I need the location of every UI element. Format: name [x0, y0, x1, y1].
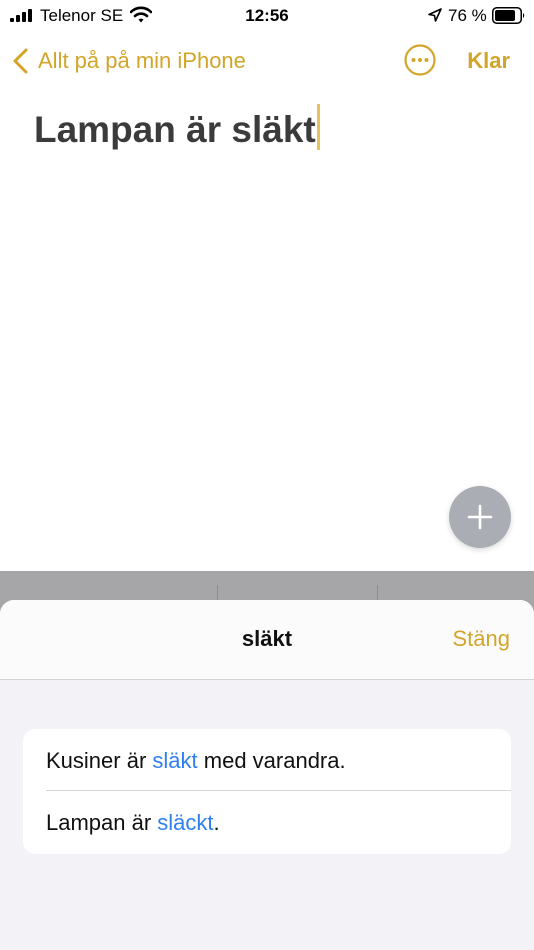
- more-options-icon[interactable]: [404, 44, 436, 76]
- done-button[interactable]: Klar: [467, 36, 510, 86]
- suggestion-list: Kusiner är släkt med varandra. Lampan är…: [23, 729, 511, 854]
- suggestion-suffix: .: [213, 810, 220, 835]
- note-title[interactable]: Lampan är släkt: [34, 104, 320, 154]
- plus-icon: [467, 504, 493, 530]
- back-button[interactable]: Allt på på min iPhone: [10, 36, 246, 86]
- sheet-header: släkt Stäng: [0, 600, 534, 680]
- suggestion-highlight: släkt: [152, 748, 198, 773]
- suggestion-text: Lampan är släckt.: [46, 810, 220, 836]
- back-button-label: Allt på på min iPhone: [38, 48, 246, 73]
- battery-percentage: 76 %: [448, 6, 487, 25]
- battery-icon: [492, 7, 525, 24]
- note-title-text: Lampan är släkt: [34, 109, 316, 150]
- suggestion-prefix: Kusiner är: [46, 748, 153, 773]
- close-button[interactable]: Stäng: [453, 626, 511, 652]
- status-bar: Telenor SE 12:56 76 %: [0, 0, 534, 32]
- notes-screen: Telenor SE 12:56 76 % Allt på på min iPh…: [0, 0, 534, 950]
- location-arrow-icon: [428, 8, 442, 22]
- suggestion-prefix: Lampan är: [46, 810, 158, 835]
- suggestion-suffix: med varandra.: [197, 748, 346, 773]
- suggestion-item[interactable]: Kusiner är släkt med varandra.: [23, 729, 511, 791]
- suggestion-highlight: släckt: [157, 810, 214, 835]
- add-attachment-button[interactable]: [449, 486, 511, 548]
- chevron-left-icon: [13, 48, 28, 74]
- lookup-sheet: släkt Stäng Kusiner är släkt med varandr…: [0, 600, 534, 950]
- text-cursor: [316, 104, 320, 150]
- navigation-bar: Allt på på min iPhone Klar: [0, 36, 534, 86]
- suggestion-item[interactable]: Lampan är släckt.: [23, 791, 511, 853]
- suggestion-text: Kusiner är släkt med varandra.: [46, 748, 346, 774]
